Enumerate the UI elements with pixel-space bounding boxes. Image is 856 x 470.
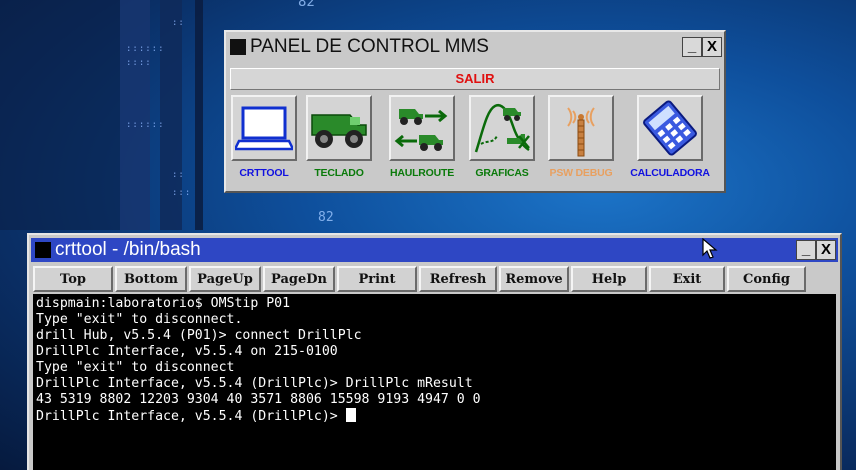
help-button[interactable]: Help <box>571 266 647 292</box>
config-button[interactable]: Config <box>727 266 806 292</box>
text-cursor <box>345 408 356 422</box>
terminal-line: DrillPlc Interface, v5.5.4 on 215-0100 <box>36 344 338 359</box>
top-button[interactable]: Top <box>33 266 113 292</box>
exit-button[interactable]: Exit <box>649 266 725 292</box>
remove-button[interactable]: Remove <box>499 266 569 292</box>
print-button[interactable]: Print <box>337 266 417 292</box>
terminal-output[interactable]: dispmain:laboratorio$ OMStip P01 Type "ex… <box>33 294 836 470</box>
terminal-line: Type "exit" to disconnect. <box>36 312 243 327</box>
control-panel-title: PANEL DE CONTROL MMS <box>250 36 489 57</box>
background-mark: 82 <box>298 0 315 10</box>
background-mark: 82 <box>318 210 334 225</box>
tool-launcher-bar: CRTTOOL TECLADO HAULROUTE GRAFICAS PSW D… <box>229 95 721 187</box>
tool-haulroute[interactable]: HAULROUTE <box>379 95 465 187</box>
page-down-button[interactable]: PageDn <box>263 266 335 292</box>
minimize-button[interactable]: _ <box>682 37 702 57</box>
terminal-line: 43 5319 8802 12203 9304 40 3571 8806 155… <box>36 392 481 407</box>
close-button[interactable]: X <box>702 37 722 57</box>
tool-label: GRAFICAS <box>475 167 529 179</box>
tool-graficas[interactable]: GRAFICAS <box>465 95 539 187</box>
tool-label: CALCULADORA <box>630 167 710 179</box>
tool-label: HAULROUTE <box>389 167 455 179</box>
graph-route-icon <box>474 103 530 153</box>
tool-label: TECLADO <box>314 167 364 179</box>
page-up-button[interactable]: PageUp <box>189 266 261 292</box>
terminal-prompt-line[interactable]: DrillPlc Interface, v5.5.4 (DrillPlc)> <box>36 408 833 425</box>
terminal-line: drill Hub, v5.5.4 (P01)> connect DrillPl… <box>36 328 362 343</box>
close-button[interactable]: X <box>816 240 836 260</box>
tool-label: PSW DEBUG <box>549 167 613 179</box>
haul-truck-icon <box>311 114 367 148</box>
control-panel-window: PANEL DE CONTROL MMS _ X SALIR CRTTOOL T… <box>224 30 726 193</box>
mouse-pointer-icon <box>702 238 718 259</box>
terminal-title: crttool - /bin/bash <box>55 239 201 260</box>
terminal-line: dispmain:laboratorio$ OMStip P01 <box>36 296 291 311</box>
laptop-icon <box>235 106 293 151</box>
haul-route-icon <box>394 109 448 151</box>
minimize-button[interactable]: _ <box>796 240 816 260</box>
terminal-prompt: DrillPlc Interface, v5.5.4 (DrillPlc)> <box>36 409 346 424</box>
tool-crttool[interactable]: CRTTOOL <box>229 95 299 187</box>
refresh-button[interactable]: Refresh <box>419 266 497 292</box>
terminal-line: Type "exit" to disconnect <box>36 360 235 375</box>
tool-psw-debug[interactable]: PSW DEBUG <box>539 95 623 187</box>
antenna-icon <box>567 107 595 157</box>
terminal-line: DrillPlc Interface, v5.5.4 (DrillPlc)> D… <box>36 376 473 391</box>
terminal-window: crttool - /bin/bash _ X Top Bottom PageU… <box>27 233 842 470</box>
window-menu-icon[interactable] <box>230 39 246 55</box>
window-menu-icon[interactable] <box>35 242 51 258</box>
calculator-icon <box>643 100 697 156</box>
control-panel-titlebar[interactable]: PANEL DE CONTROL MMS _ X <box>228 35 722 59</box>
bottom-button[interactable]: Bottom <box>115 266 187 292</box>
tool-teclado[interactable]: TECLADO <box>299 95 379 187</box>
tool-calculadora[interactable]: CALCULADORA <box>623 95 717 187</box>
salir-button[interactable]: SALIR <box>230 68 720 90</box>
tool-label: CRTTOOL <box>239 167 289 179</box>
terminal-toolbar: Top Bottom PageUp PageDn Print Refresh R… <box>33 266 836 292</box>
